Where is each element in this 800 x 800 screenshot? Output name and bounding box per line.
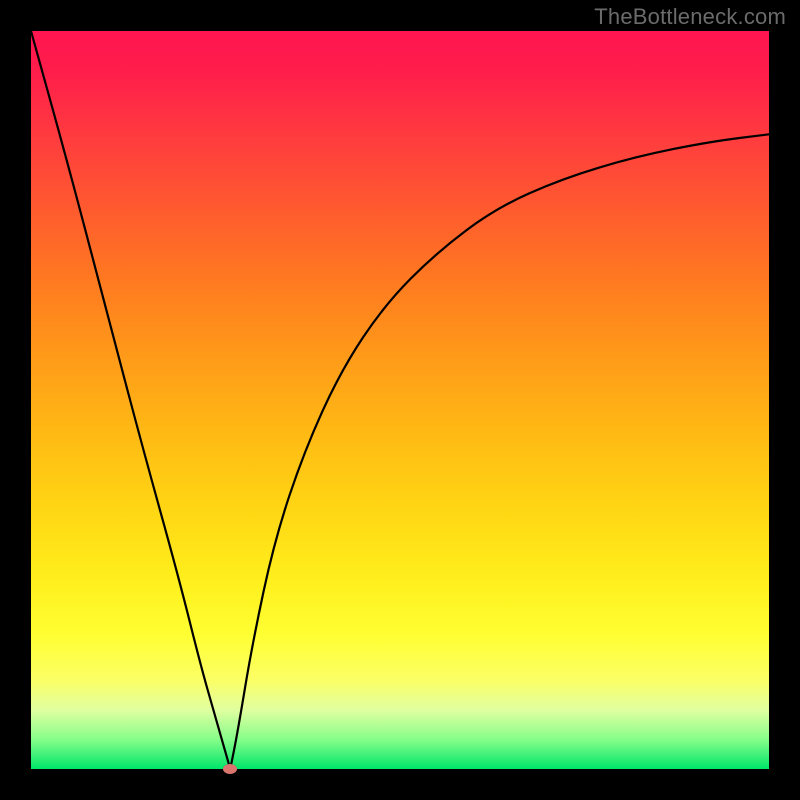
plot-area (31, 31, 769, 769)
chart-frame: TheBottleneck.com (0, 0, 800, 800)
curve-path (31, 31, 769, 769)
watermark-text: TheBottleneck.com (594, 4, 786, 30)
bottleneck-curve (31, 31, 769, 769)
minimum-marker (223, 764, 237, 774)
